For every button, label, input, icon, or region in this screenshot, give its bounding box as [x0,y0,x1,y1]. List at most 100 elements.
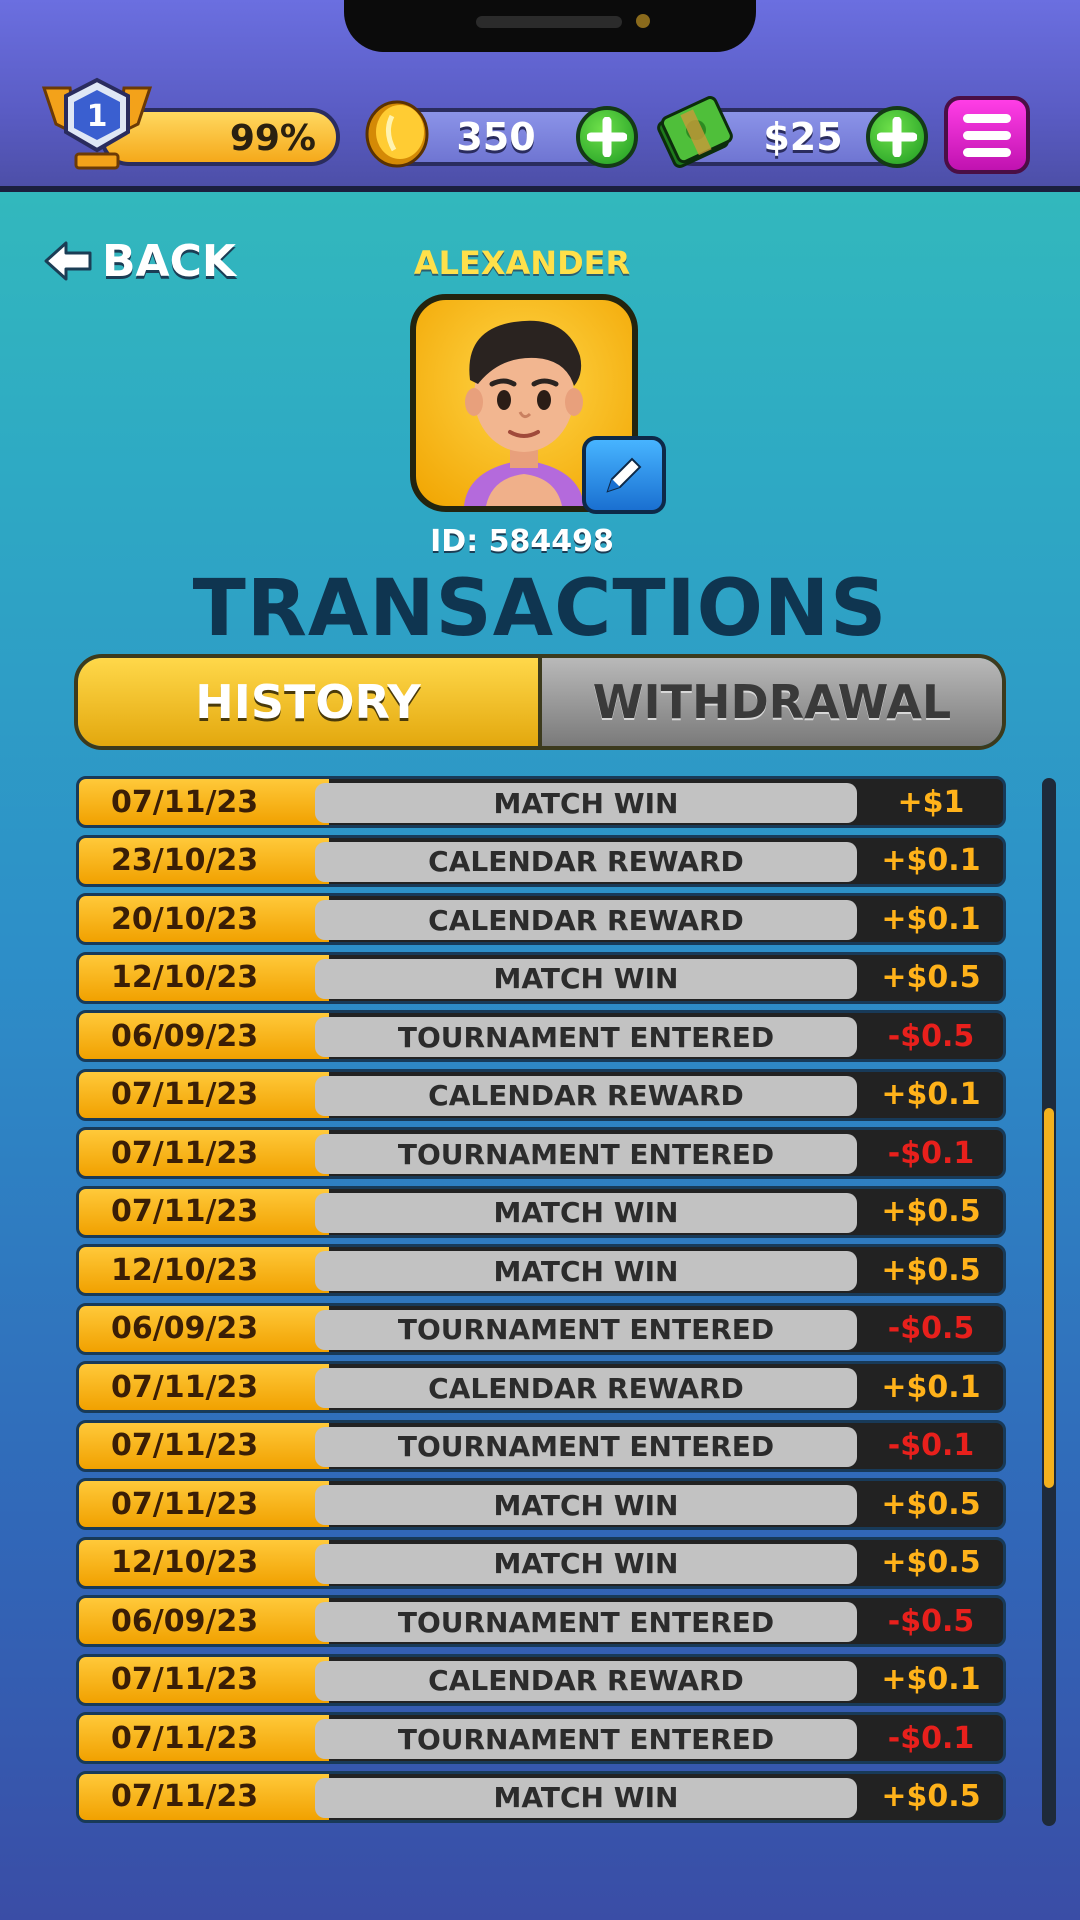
transaction-description: CALENDAR REWARD [315,841,857,882]
transaction-amount: +$0.5 [881,1779,981,1814]
transaction-amount: -$0.5 [887,1311,975,1346]
transaction-description: TOURNAMENT ENTERED [315,1602,857,1642]
transaction-description: MATCH WIN [315,1251,857,1291]
coins-amount: 350 [456,115,536,159]
tab-withdrawal[interactable]: WITHDRAWAL [542,658,1002,746]
transaction-amount: +$0.5 [881,960,981,995]
transaction-row: 07/11/23 CALENDAR REWARD +$0.1 [76,1653,1006,1706]
transaction-amount: +$0.1 [881,1077,981,1112]
trophy-level-icon[interactable]: 1 [36,74,158,174]
transaction-amount: -$0.1 [887,1135,975,1171]
cash-stack-icon [657,96,733,168]
transaction-description: TOURNAMENT ENTERED [315,1134,857,1174]
add-coins-button[interactable] [576,106,638,168]
transaction-row: 07/11/23 MATCH WIN +$0.5 [76,1770,1006,1823]
transaction-date: 06/09/23 [79,1305,329,1352]
level-progress-text: 99% [229,118,316,159]
transaction-description: TOURNAMENT ENTERED [315,1719,857,1759]
transaction-row: 07/11/23 TOURNAMENT ENTERED -$0.1 [76,1419,1006,1472]
transaction-row: 07/11/23 MATCH WIN +$0.5 [76,1478,1006,1530]
transaction-row: 07/11/23 TOURNAMENT ENTERED -$0.1 [76,1712,1006,1764]
transaction-row: 23/10/23 CALENDAR REWARD +$0.1 [76,834,1006,887]
transaction-description: MATCH WIN [315,783,857,823]
player-id: ID: 584498 [430,524,614,559]
transaction-row: 06/09/23 TOURNAMENT ENTERED -$0.5 [76,1595,1006,1647]
scrollbar-thumb[interactable] [1044,1108,1054,1488]
transaction-description: CALENDAR REWARD [315,900,857,940]
transaction-date: 20/10/23 [79,896,329,942]
plus-icon [587,117,627,157]
transaction-row: 20/10/23 CALENDAR REWARD +$0.1 [76,893,1006,945]
level-number: 1 [87,99,108,134]
transaction-amount: +$0.1 [881,1662,981,1697]
transaction-amount: +$0.5 [881,1545,981,1580]
transaction-description: MATCH WIN [315,1543,857,1584]
transaction-amount: +$0.5 [881,1194,981,1229]
transaction-amount: +$0.1 [881,843,981,878]
page-title: TRANSACTIONS [192,564,888,654]
pencil-icon [606,457,642,493]
cash-amount: $25 [763,115,843,159]
hamburger-icon-line [963,130,1011,140]
transaction-description: TOURNAMENT ENTERED [315,1426,857,1467]
transaction-amount: +$0.5 [881,1252,981,1288]
device-notch [344,0,756,52]
transaction-row: 12/10/23 MATCH WIN +$0.5 [76,1244,1006,1296]
transaction-description: MATCH WIN [315,1485,857,1525]
transaction-amount: +$0.1 [881,901,981,937]
player-name: ALEXANDER [413,244,631,282]
transaction-date: 06/09/23 [79,1013,329,1059]
transaction-amount: +$0.1 [881,1369,981,1405]
transaction-description: CALENDAR REWARD [315,1660,857,1701]
edit-avatar-button[interactable] [582,436,666,514]
transaction-date: 07/11/23 [79,1364,329,1410]
notch-speaker [476,16,622,28]
transaction-row: 07/11/23 CALENDAR REWARD +$0.1 [76,1068,1006,1121]
hamburger-icon-line [963,147,1011,157]
transaction-amount: +$1 [897,784,965,820]
back-button[interactable]: BACK [44,235,236,287]
transaction-date: 07/11/23 [79,1656,329,1703]
transaction-date: 23/10/23 [79,837,329,884]
top-hud-bar: 99% 1 350 $25 [0,0,1080,192]
add-cash-button[interactable] [866,106,928,168]
transaction-amount: -$0.5 [887,1018,975,1054]
transaction-row: 07/11/23 CALENDAR REWARD +$0.1 [76,1361,1006,1413]
transaction-description: MATCH WIN [315,958,857,999]
transaction-amount: +$0.5 [881,1486,981,1522]
transaction-row: 12/10/23 MATCH WIN +$0.5 [76,951,1006,1004]
transaction-row: 07/11/23 TOURNAMENT ENTERED -$0.1 [76,1127,1006,1179]
transaction-description: CALENDAR REWARD [315,1075,857,1116]
notch-camera [636,14,650,28]
transaction-amount: -$0.1 [887,1720,975,1756]
hamburger-icon-line [963,113,1011,123]
transaction-date: 07/11/23 [79,1481,329,1527]
transaction-description: CALENDAR REWARD [315,1368,857,1408]
transaction-date: 07/11/23 [79,1188,329,1235]
transaction-date: 06/09/23 [79,1598,329,1644]
transaction-description: MATCH WIN [315,1777,857,1818]
transaction-row: 12/10/23 MATCH WIN +$0.5 [76,1536,1006,1589]
transaction-date: 12/10/23 [79,954,329,1001]
transactions-tabs: HISTORY WITHDRAWAL [74,654,1006,750]
transaction-date: 12/10/23 [79,1539,329,1586]
transaction-date: 07/11/23 [79,1130,329,1176]
transaction-row: 07/11/23 MATCH WIN +$1 [76,776,1006,828]
back-label: BACK [102,235,236,287]
coin-icon [365,100,429,168]
transaction-row: 06/09/23 TOURNAMENT ENTERED -$0.5 [76,1010,1006,1062]
transaction-date: 07/11/23 [79,779,329,825]
plus-icon [877,117,917,157]
tab-history[interactable]: HISTORY [78,658,542,746]
transaction-amount: -$0.5 [887,1603,975,1639]
menu-button[interactable] [944,96,1030,174]
transaction-date: 07/11/23 [79,1071,329,1118]
transaction-description: TOURNAMENT ENTERED [315,1017,857,1057]
transaction-date: 07/11/23 [79,1715,329,1761]
transaction-amount: -$0.1 [887,1428,975,1463]
transaction-list[interactable]: 07/11/23 MATCH WIN +$1 23/10/23 CALENDAR REW… [76,776,1006,1829]
transaction-date: 07/11/23 [79,1422,329,1469]
arrow-left-icon [44,241,92,281]
transaction-row: 06/09/23 TOURNAMENT ENTERED -$0.5 [76,1302,1006,1355]
transaction-date: 07/11/23 [79,1773,329,1820]
